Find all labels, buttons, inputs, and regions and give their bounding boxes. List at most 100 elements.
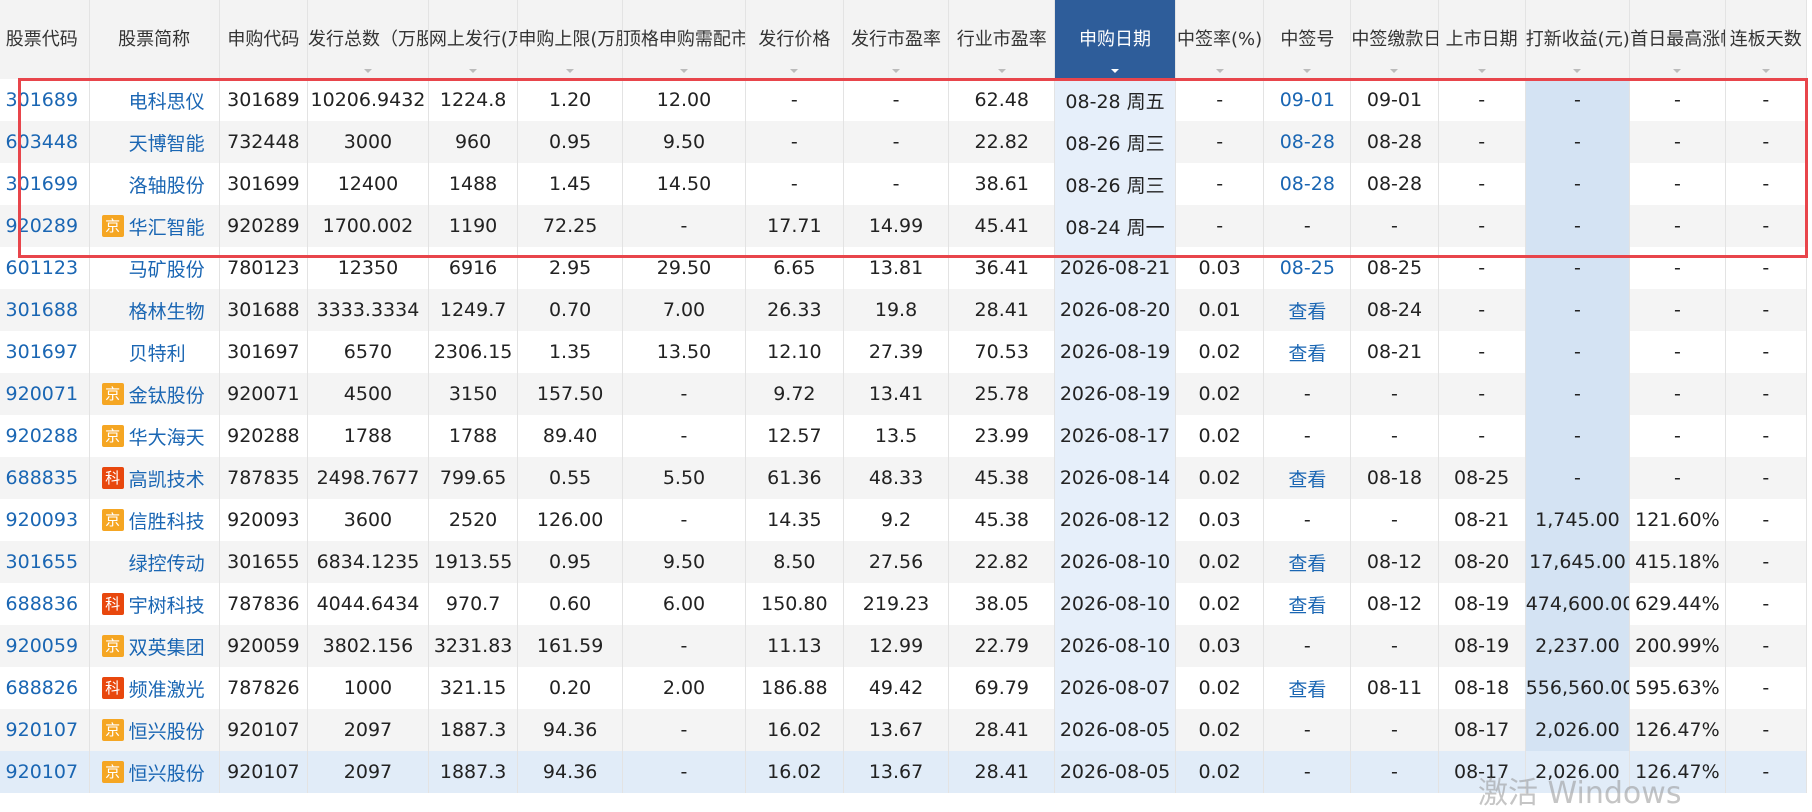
column-header-lottery-rate[interactable]: 中签率(%) <box>1175 0 1265 79</box>
column-header-payment-date[interactable]: 中签缴款日期 <box>1350 0 1439 79</box>
lucky-number-link[interactable]: 09-01 <box>1280 89 1335 111</box>
sort-arrow-icon[interactable] <box>1477 69 1486 73</box>
stock-name-link[interactable]: 华汇智能 <box>129 217 205 239</box>
lucky-number-link[interactable]: 查看 <box>1288 679 1326 701</box>
column-header-online-issue[interactable]: 网上发行(万股) <box>428 0 519 79</box>
stock-code-link[interactable]: 688835 <box>6 467 79 489</box>
stock-code-link[interactable]: 920107 <box>6 719 79 741</box>
stock-name-link[interactable]: 恒兴股份 <box>129 721 205 743</box>
lucky-number-link[interactable]: 查看 <box>1288 301 1326 323</box>
sort-arrow-icon[interactable] <box>1111 69 1120 73</box>
stock-name-link[interactable]: 频准激光 <box>129 679 205 701</box>
table-row[interactable]: 920289 京华汇智能 920289 1700.002 1190 72.25 - 17.71… <box>0 205 1808 247</box>
stock-name-link[interactable]: 洛轴股份 <box>129 175 205 197</box>
lucky-number-link[interactable]: 查看 <box>1288 343 1326 365</box>
cell-listing-date: - <box>1438 415 1526 457</box>
stock-name-link[interactable]: 格林生物 <box>129 301 205 323</box>
lucky-number-link[interactable]: 查看 <box>1288 595 1326 617</box>
column-header-ipo-profit[interactable]: 打新收益(元) <box>1525 0 1631 79</box>
table-row[interactable]: 301688 格林生物 301688 3333.3334 1249.7 0.70 7.00 2… <box>0 289 1808 331</box>
table-row[interactable]: 301697 贝特利 301697 6570 2306.15 1.35 13.50 12.10… <box>0 331 1808 373</box>
sort-arrow-icon[interactable] <box>997 69 1006 73</box>
column-header-label: 发行市盈率 <box>851 28 942 50</box>
lucky-number-link[interactable]: 查看 <box>1288 469 1326 491</box>
column-header-issue-pe[interactable]: 发行市盈率 <box>843 0 950 79</box>
table-row[interactable]: 920093 京信胜科技 920093 3600 2520 126.00 - 14.35 9.2… <box>0 499 1808 541</box>
column-header-required-market-value[interactable]: 顶格申购需配市值（万元） <box>622 0 747 79</box>
stock-code-link[interactable]: 301697 <box>6 341 79 363</box>
table-row[interactable]: 601123 马矿股份 780123 12350 6916 2.95 29.50 6.65 13… <box>0 247 1808 289</box>
stock-name-link[interactable]: 华大海天 <box>129 427 205 449</box>
sort-arrow-icon[interactable] <box>1215 69 1224 73</box>
column-header-total-issue[interactable]: 发行总数（万股） <box>307 0 429 79</box>
stock-name-link[interactable]: 马矿股份 <box>129 259 205 281</box>
table-row[interactable]: 920059 京双英集团 920059 3802.156 3231.83 161.59 - 1… <box>0 625 1808 667</box>
stock-code-link[interactable]: 301699 <box>6 173 79 195</box>
cell-value: 1000 <box>343 677 393 699</box>
sort-arrow-icon[interactable] <box>1761 69 1770 73</box>
table-row[interactable]: 688826 科频准激光 787826 1000 321.15 0.20 2.00 186.8… <box>0 667 1808 709</box>
sort-arrow-icon[interactable] <box>1673 69 1682 73</box>
table-row[interactable]: 603448 天博智能 732448 3000 960 0.95 9.50 - - 22.82 08… <box>0 121 1808 163</box>
sort-arrow-icon[interactable] <box>469 69 478 73</box>
table-row[interactable]: 920107 京恒兴股份 920107 2097 1887.3 94.36 - 16.02 13… <box>0 709 1808 751</box>
stock-name-link[interactable]: 天博智能 <box>129 133 205 155</box>
stock-name-link[interactable]: 绿控传动 <box>129 553 205 575</box>
table-row[interactable]: 688836 科宇树科技 787836 4044.6434 970.7 0.60 6.00 1… <box>0 583 1808 625</box>
lucky-number-link[interactable]: 查看 <box>1288 553 1326 575</box>
stock-code-link[interactable]: 920289 <box>6 215 79 237</box>
table-row[interactable]: 301655 绿控传动 301655 6834.1235 1913.55 0.95 9.50… <box>0 541 1808 583</box>
table-row[interactable]: 920288 京华大海天 920288 1788 1788 89.40 - 12.57 13.5… <box>0 415 1808 457</box>
table-row[interactable]: 301699 洛轴股份 301699 12400 1488 1.45 14.50 - - 38.6… <box>0 163 1808 205</box>
stock-name-link[interactable]: 金钛股份 <box>129 385 205 407</box>
sort-arrow-icon[interactable] <box>790 69 799 73</box>
cell-value: 08-18 <box>1454 677 1510 699</box>
stock-code-link[interactable]: 688836 <box>6 593 79 615</box>
lucky-number-link[interactable]: 08-28 <box>1280 131 1335 153</box>
sort-arrow-icon[interactable] <box>363 69 372 73</box>
stock-code-link[interactable]: 920288 <box>6 425 79 447</box>
sort-arrow-icon[interactable] <box>1303 69 1312 73</box>
lucky-number-link[interactable]: 08-25 <box>1280 257 1335 279</box>
stock-code-link[interactable]: 301689 <box>6 89 79 111</box>
stock-code-link[interactable]: 601123 <box>6 257 79 279</box>
stock-name-link[interactable]: 高凯技术 <box>129 469 205 491</box>
stock-code-link[interactable]: 603448 <box>6 131 79 153</box>
column-header-listing-date[interactable]: 上市日期 <box>1438 0 1526 79</box>
cell-issue-price: 8.50 <box>745 541 844 583</box>
column-header-subscription-limit[interactable]: 申购上限(万股) <box>517 0 623 79</box>
stock-name-link[interactable]: 恒兴股份 <box>129 763 205 785</box>
column-header-limit-up-days[interactable]: 连板天数 <box>1725 0 1808 79</box>
stock-code-link[interactable]: 301688 <box>6 299 79 321</box>
column-header-lucky-number[interactable]: 中签号 <box>1263 0 1352 79</box>
stock-code-link[interactable]: 920107 <box>6 761 79 783</box>
table-row[interactable]: 688835 科高凯技术 787835 2498.7677 799.65 0.55 5.50… <box>0 457 1808 499</box>
stock-code-link[interactable]: 920059 <box>6 635 79 657</box>
column-header-issue-price[interactable]: 发行价格 <box>745 0 844 79</box>
stock-code-link[interactable]: 920071 <box>6 383 79 405</box>
stock-name-link[interactable]: 宇树科技 <box>129 595 205 617</box>
stock-name-link[interactable]: 电科思仪 <box>129 91 205 113</box>
lucky-number-link[interactable]: 08-28 <box>1280 173 1335 195</box>
sort-arrow-icon[interactable] <box>566 69 575 73</box>
sort-arrow-icon[interactable] <box>679 69 688 73</box>
cell-value: 1887.3 <box>439 761 507 783</box>
stock-code-link[interactable]: 301655 <box>6 551 79 573</box>
column-header-industry-pe[interactable]: 行业市盈率 <box>948 0 1056 79</box>
sort-arrow-icon[interactable] <box>892 69 901 73</box>
sort-arrow-icon[interactable] <box>1390 69 1399 73</box>
stock-name-link[interactable]: 信胜科技 <box>129 511 205 533</box>
stock-code-link[interactable]: 688826 <box>6 677 79 699</box>
stock-name-link[interactable]: 贝特利 <box>129 343 186 365</box>
column-header-first-day-gain[interactable]: 首日最高涨幅 <box>1629 0 1726 79</box>
cell-value: 08-11 <box>1366 677 1423 699</box>
table-row[interactable]: 301689 电科思仪 301689 10206.9432 1224.8 1.20 12.0… <box>0 79 1808 121</box>
cell-value: 0.03 <box>1198 635 1241 657</box>
table-row[interactable]: 920071 京金钛股份 920071 4500 3150 157.50 - 9.72 13.4… <box>0 373 1808 415</box>
star-market-badge: 科 <box>101 467 124 489</box>
stock-code-link[interactable]: 920093 <box>6 509 79 531</box>
sort-arrow-icon[interactable] <box>1573 69 1582 73</box>
cell-value: 3231.83 <box>433 635 513 657</box>
column-header-subscription-date[interactable]: 申购日期 <box>1054 0 1176 79</box>
stock-name-link[interactable]: 双英集团 <box>129 637 205 659</box>
